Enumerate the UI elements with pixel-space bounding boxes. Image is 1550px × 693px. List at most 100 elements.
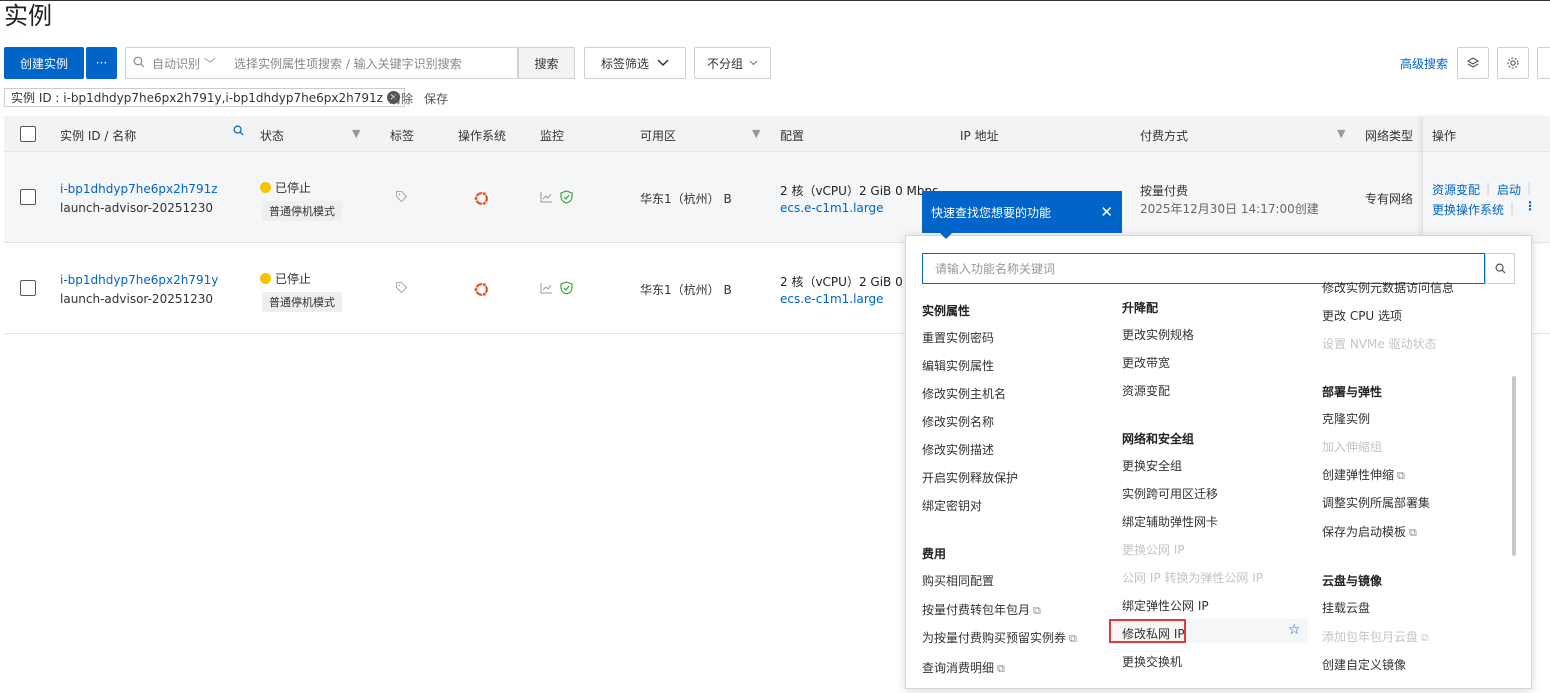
advanced-search-link[interactable]: 高级搜索 (1400, 55, 1448, 72)
search-box[interactable]: 自动识别 ﹀ 选择实例属性项搜索 / 输入关键字识别搜索 (125, 47, 518, 79)
auto-detect-dropdown[interactable]: 自动识别 ﹀ (152, 55, 234, 72)
menu-item[interactable]: 更换交换机 (1122, 653, 1182, 670)
menu-item[interactable]: 挂载云盘 (1322, 599, 1370, 616)
filter-icon[interactable]: ▼ (752, 127, 760, 140)
section-billing: 费用 (922, 547, 947, 561)
extra-toolbar-button[interactable] (1537, 47, 1550, 79)
section-deploy-elastic: 部署与弹性 (1322, 385, 1383, 399)
chevron-down-icon (657, 59, 669, 67)
clear-filter-link[interactable]: 清除 (389, 90, 413, 107)
status-badge: 已停止 (260, 270, 311, 287)
menu-item[interactable]: 实例跨可用区迁移 (1122, 485, 1218, 502)
layers-icon (1466, 57, 1480, 68)
more-actions-button[interactable]: ··· (86, 47, 117, 79)
create-instance-button[interactable]: 创建实例 (4, 47, 84, 79)
menu-item-label: 创建弹性伸缩 (1322, 468, 1395, 482)
col-status: 状态 (260, 129, 285, 143)
scrollbar-thumb[interactable] (1512, 376, 1516, 556)
tip-title: 快速查找您想要的功能 (931, 205, 1052, 220)
menu-item[interactable]: 调整实例所属部署集 (1322, 494, 1430, 511)
menu-item[interactable]: 更改实例规格 (1122, 326, 1194, 343)
search-input[interactable]: 选择实例属性项搜索 / 输入关键字识别搜索 (234, 55, 462, 72)
external-link-icon: ⧉ (1397, 469, 1405, 482)
save-filter-link[interactable]: 保存 (424, 90, 448, 107)
tag-icon[interactable] (395, 190, 408, 206)
menu-item[interactable]: 查询消费明细 ⧉ (922, 659, 1005, 676)
menu-item[interactable]: 编辑实例属性 (922, 357, 994, 374)
status-text: 已停止 (275, 272, 312, 286)
menu-item[interactable]: 克隆实例 (1322, 410, 1370, 427)
menu-item[interactable]: 购买相同配置 (922, 572, 994, 589)
shield-icon[interactable] (560, 281, 573, 298)
search-icon[interactable] (1485, 253, 1515, 284)
section-instance-props: 实例属性 (922, 304, 971, 318)
menu-item[interactable]: 修改实例描述 (922, 441, 994, 458)
menu-item[interactable]: 修改实例主机名 (922, 385, 1006, 402)
col-ip: IP 地址 (960, 129, 999, 143)
select-all-checkbox[interactable] (20, 126, 36, 142)
section-network-security: 网络和安全组 (1122, 432, 1195, 446)
menu-item[interactable]: 绑定密钥对 (922, 497, 982, 514)
menu-item[interactable]: 创建自定义镜像 (1322, 656, 1406, 673)
status-dot-icon (260, 182, 271, 193)
spec-link[interactable]: ecs.e-c1m1.large (780, 201, 884, 215)
zone-text: 华东1（杭州） B (640, 192, 732, 206)
menu-item[interactable]: 修改实例元数据访问信息 (1322, 279, 1454, 296)
gear-icon (1507, 57, 1519, 69)
col-monitor: 监控 (540, 129, 565, 143)
menu-item[interactable]: 资源变配 (1122, 382, 1170, 399)
menu-item[interactable]: 按量付费转包年包月 ⧉ (922, 601, 1041, 618)
stop-mode-badge: 普通停机模式 (262, 292, 342, 312)
tag-icon[interactable] (395, 281, 408, 297)
row-checkbox[interactable] (20, 280, 36, 296)
menu-item-disabled: 加入伸缩组 (1322, 440, 1383, 454)
menu-item[interactable]: 更改带宽 (1122, 354, 1170, 371)
layers-button[interactable] (1457, 47, 1489, 79)
section-disk-image: 云盘与镜像 (1322, 574, 1383, 588)
menu-item[interactable]: 更改 CPU 选项 (1322, 307, 1402, 324)
menu-item-label: 查询消费明细 (922, 661, 995, 675)
row-checkbox[interactable] (20, 189, 36, 205)
start-link[interactable]: 启动 (1497, 181, 1521, 198)
change-os-link[interactable]: 更换操作系统 (1432, 201, 1504, 218)
search-icon[interactable] (233, 125, 244, 139)
menu-item[interactable]: 绑定辅助弹性网卡 (1122, 513, 1218, 530)
zone-text: 华东1（杭州） B (640, 283, 732, 297)
external-link-icon: ⧉ (1421, 631, 1429, 644)
menu-item[interactable]: 为按量付费购买预留实例券 ⧉ (922, 629, 1077, 646)
menu-item[interactable]: 绑定弹性公网 IP (1122, 597, 1209, 614)
settings-button[interactable] (1497, 47, 1529, 79)
menu-item-label: 添加包年包月云盘 (1322, 630, 1419, 644)
quick-find-tip: 快速查找您想要的功能 ✕ (922, 191, 1122, 239)
group-label: 不分组 (706, 56, 743, 71)
star-icon[interactable]: ☆ (1288, 622, 1301, 638)
chart-icon[interactable] (540, 191, 553, 206)
resize-link[interactable]: 资源变配 (1432, 181, 1480, 198)
config-text: 2 核（vCPU）2 GiB 0 Mbps (780, 184, 939, 198)
menu-item[interactable]: 保存为启动模板 ⧉ (1322, 523, 1417, 540)
col-network: 网络类型 (1365, 129, 1414, 143)
col-config: 配置 (780, 129, 805, 143)
billing-text: 按量付费 (1140, 184, 1189, 198)
menu-item[interactable]: 创建弹性伸缩 ⧉ (1322, 466, 1405, 483)
ubuntu-icon (473, 190, 490, 210)
menu-item[interactable]: 重置实例密码 (922, 329, 994, 346)
spec-link[interactable]: ecs.e-c1m1.large (780, 292, 884, 306)
col-tags: 标签 (390, 129, 415, 143)
filter-icon[interactable]: ▼ (352, 127, 360, 140)
group-dropdown[interactable]: 不分组 (694, 47, 771, 79)
filter-chip: 实例 ID : i-bp1dhdyp7he6px2h791y,i-bp1dhdy… (4, 88, 405, 107)
external-link-icon: ⧉ (1409, 526, 1417, 539)
close-icon[interactable]: ✕ (1100, 203, 1113, 221)
tag-filter-dropdown[interactable]: 标签筛选 (584, 47, 686, 79)
more-vertical-icon[interactable]: ⋮ (1524, 199, 1536, 213)
instance-id-link[interactable]: i-bp1dhdyp7he6px2h791y (60, 273, 218, 287)
search-button[interactable]: 搜索 (518, 47, 575, 79)
menu-item[interactable]: 开启实例释放保护 (922, 469, 1018, 486)
shield-icon[interactable] (560, 190, 573, 207)
instance-id-link[interactable]: i-bp1dhdyp7he6px2h791z (60, 182, 218, 196)
menu-item[interactable]: 更换安全组 (1122, 457, 1182, 474)
filter-icon[interactable]: ▼ (1337, 127, 1345, 140)
chart-icon[interactable] (540, 282, 553, 297)
menu-item[interactable]: 修改实例名称 (922, 413, 994, 430)
